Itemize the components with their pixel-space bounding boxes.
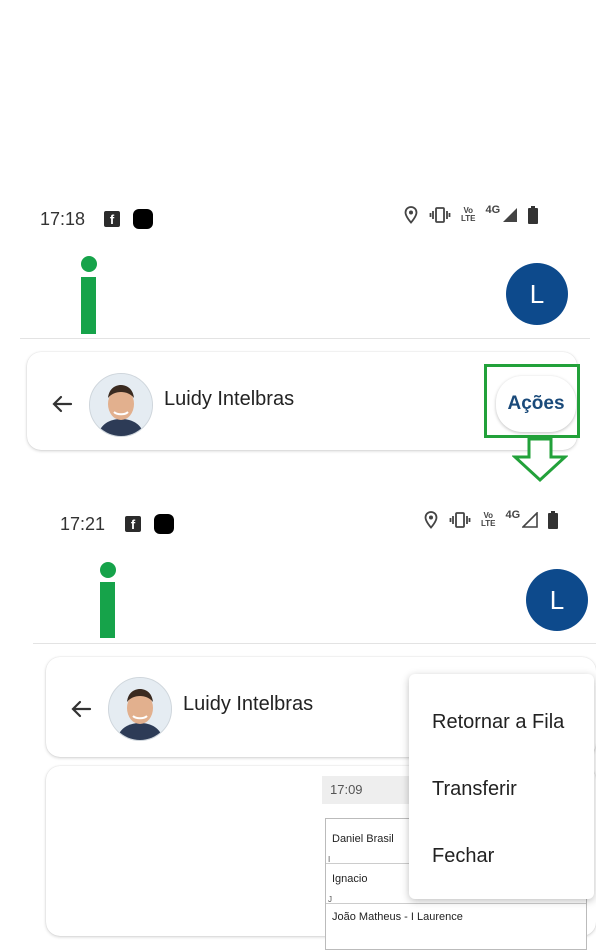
menu-item-close[interactable]: Fechar	[432, 845, 494, 868]
volte-icon: Vo LTE	[461, 206, 476, 223]
facebook-icon: f	[125, 516, 142, 532]
contact-name: Luidy Intelbras	[164, 388, 295, 410]
status-icons-1: Vo LTE 4G	[403, 204, 539, 224]
contact-photo	[108, 677, 172, 741]
vibrate-icon	[449, 512, 471, 528]
down-arrow-annotation	[512, 437, 568, 483]
app-icon	[133, 209, 154, 229]
back-arrow-icon[interactable]	[51, 393, 73, 415]
header-divider-2	[33, 643, 596, 644]
status-time: 17:21	[60, 513, 106, 534]
signal-icon	[503, 208, 518, 222]
facebook-icon: f	[104, 211, 121, 227]
location-icon	[424, 511, 438, 529]
network-type: 4G	[485, 204, 501, 216]
list-item[interactable]: Daniel Brasil	[332, 833, 394, 845]
actions-menu: Retornar a Fila Transferir Fechar	[409, 674, 594, 899]
app-icon	[154, 514, 175, 534]
location-icon	[404, 206, 418, 224]
user-avatar-2[interactable]: L	[526, 569, 588, 631]
vibrate-icon	[429, 207, 451, 223]
volte-icon: Vo LTE	[481, 511, 496, 528]
battery-icon	[528, 206, 539, 224]
user-avatar-1[interactable]: L	[506, 263, 568, 325]
list-item[interactable]: Ignacio	[332, 873, 367, 885]
contact-photo	[89, 373, 153, 437]
back-arrow-icon[interactable]	[70, 698, 92, 720]
menu-item-transfer[interactable]: Transferir	[432, 778, 517, 801]
list-item[interactable]: João Matheus - I Laurence	[332, 911, 463, 923]
status-icons-2: Vo LTE 4G	[423, 509, 559, 529]
status-time: 17:18	[40, 208, 86, 229]
menu-item-return-queue[interactable]: Retornar a Fila	[432, 711, 564, 734]
highlight-box	[484, 364, 580, 438]
contact-name: Luidy Intelbras	[183, 693, 314, 715]
signal-icon	[522, 512, 539, 528]
header-divider-1	[20, 338, 590, 339]
battery-icon	[548, 511, 559, 529]
network-type: 4G	[505, 509, 521, 521]
